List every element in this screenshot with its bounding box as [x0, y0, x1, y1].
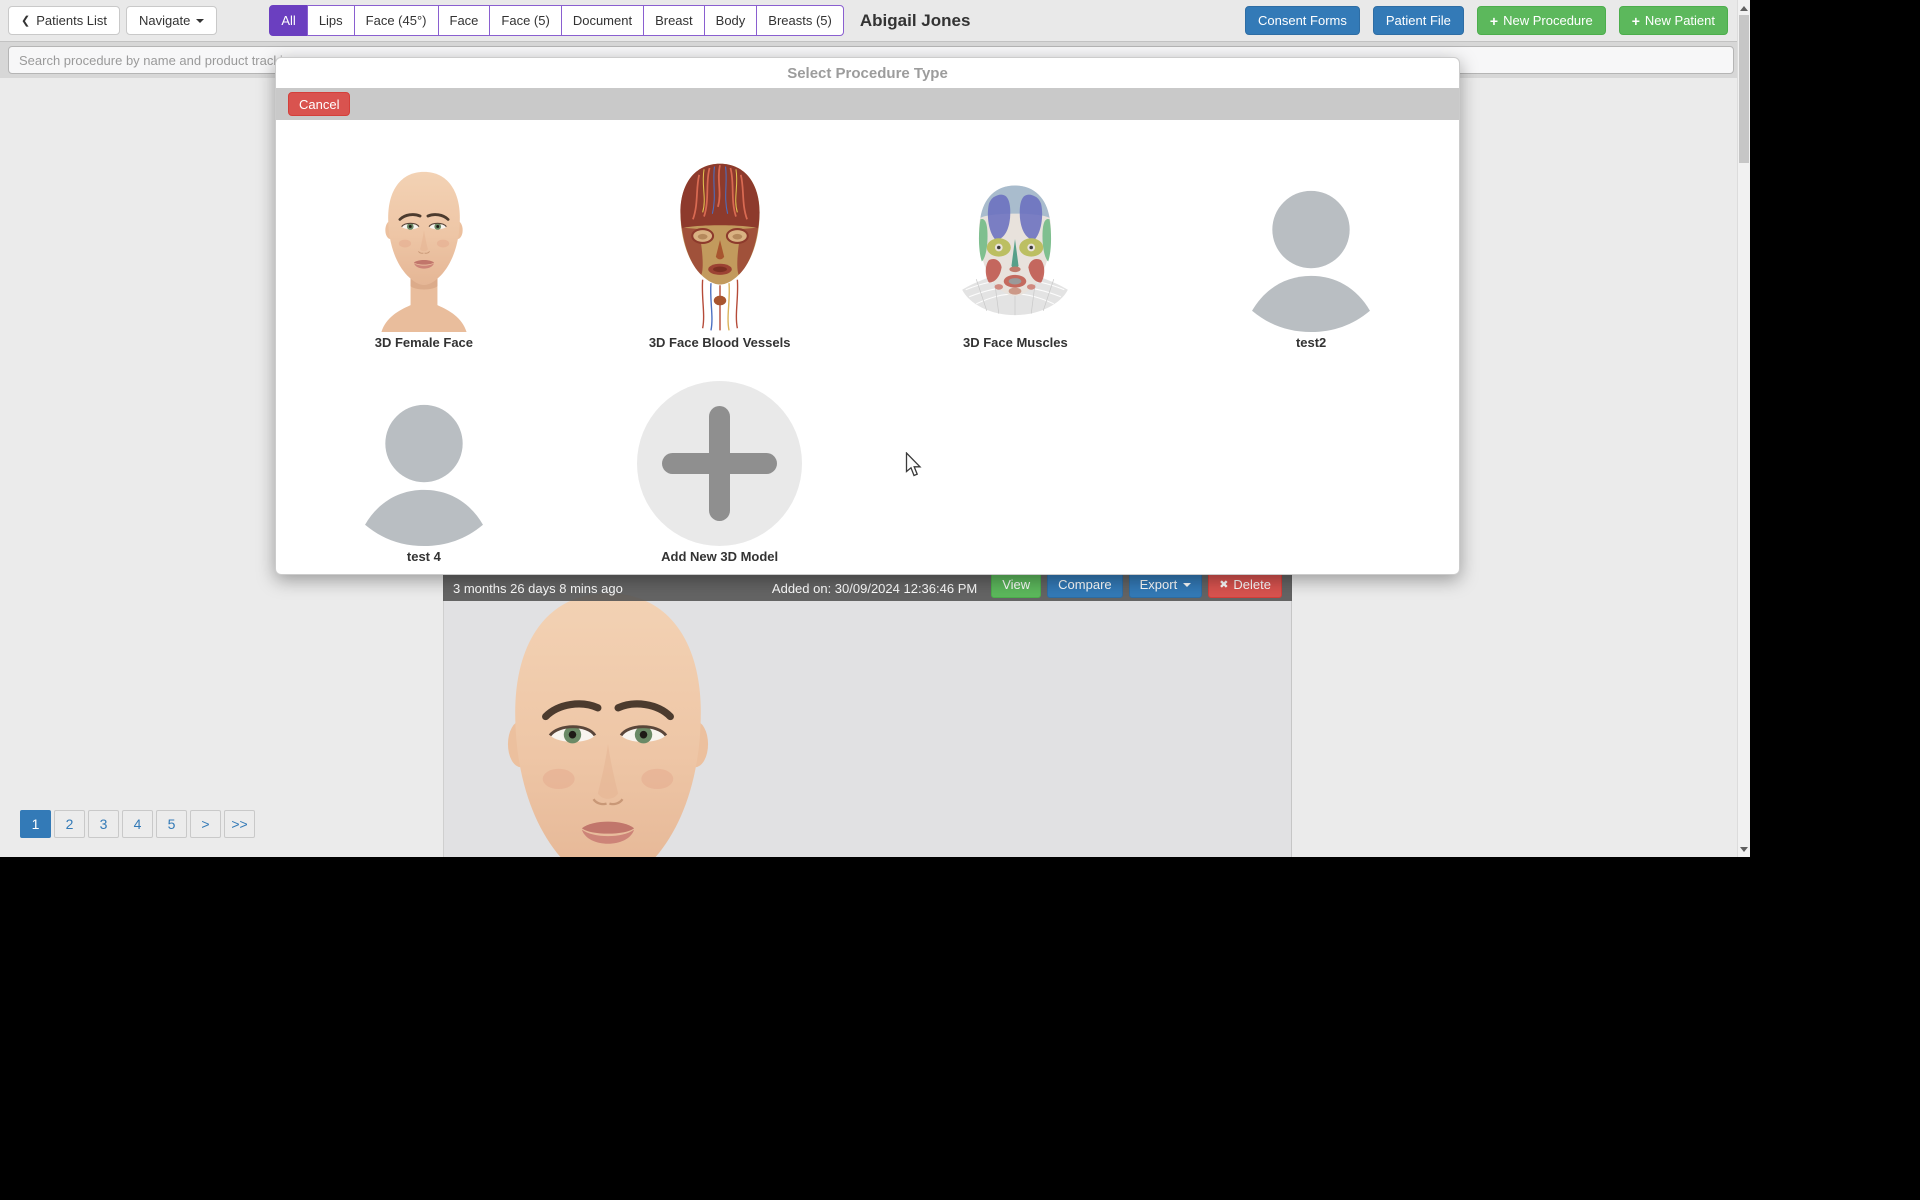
filter-lips[interactable]: Lips	[307, 5, 355, 36]
page-1-button[interactable]: 1	[20, 810, 51, 838]
new-procedure-label: New Procedure	[1503, 13, 1593, 28]
export-dropdown-button[interactable]: Export	[1129, 572, 1203, 598]
filter-button-group: All Lips Face (45°) Face Face (5) Docume…	[269, 5, 844, 36]
export-label: Export	[1140, 577, 1178, 592]
patient-name: Abigail Jones	[860, 11, 971, 31]
plus-circle-icon	[637, 381, 802, 546]
caret-down-icon	[196, 19, 204, 23]
procedure-card: 3 months 26 days 8 mins ago Added on: 30…	[443, 575, 1292, 857]
tile-test-4[interactable]: test 4	[276, 356, 572, 570]
tile-image	[661, 142, 779, 332]
tile-label: 3D Female Face	[375, 332, 473, 354]
filter-document[interactable]: Document	[561, 5, 644, 36]
face-muscles-model-icon	[955, 177, 1075, 332]
filter-face-5[interactable]: Face (5)	[489, 5, 561, 36]
mouse-cursor	[905, 452, 923, 478]
app-window: ❮ Patients List Navigate All Lips Face (…	[0, 0, 1750, 857]
procedure-added-text: Added on: 30/09/2024 12:36:46 PM	[772, 581, 977, 596]
filter-all[interactable]: All	[269, 5, 307, 36]
toolbar-actions: Consent Forms Patient File + New Procedu…	[1245, 6, 1728, 35]
caret-down-icon	[1183, 583, 1191, 587]
patient-3d-face-image	[463, 575, 753, 857]
filter-breast[interactable]: Breast	[643, 5, 705, 36]
procedure-type-grid: 3D Female Face 3D Face Blood Vessels 3D …	[276, 120, 1459, 570]
tile-label: 3D Face Blood Vessels	[649, 332, 791, 354]
navigate-dropdown[interactable]: Navigate	[126, 6, 217, 35]
select-procedure-modal: Select Procedure Type Cancel 3D Female F…	[275, 57, 1460, 575]
plus-icon: +	[1632, 14, 1640, 28]
avatar-placeholder-icon	[361, 401, 487, 546]
tile-label: Add New 3D Model	[661, 546, 778, 568]
top-toolbar: ❮ Patients List Navigate All Lips Face (…	[0, 0, 1750, 42]
tile-image	[955, 142, 1075, 332]
female-face-model-icon	[368, 164, 480, 332]
scroll-down-icon[interactable]	[1738, 842, 1750, 856]
patients-list-button[interactable]: ❮ Patients List	[8, 6, 120, 35]
back-chevron-icon: ❮	[21, 14, 30, 27]
new-patient-button[interactable]: + New Patient	[1619, 6, 1728, 35]
tile-add-new-3d-model[interactable]: Add New 3D Model	[572, 356, 868, 570]
modal-title: Select Procedure Type	[787, 65, 948, 82]
modal-titlebar: Select Procedure Type	[276, 58, 1459, 88]
page-2-button[interactable]: 2	[54, 810, 85, 838]
scrollbar-thumb[interactable]	[1739, 15, 1749, 163]
new-procedure-button[interactable]: + New Procedure	[1477, 6, 1606, 35]
tile-3d-face-blood-vessels[interactable]: 3D Face Blood Vessels	[572, 142, 868, 356]
page-5-button[interactable]: 5	[156, 810, 187, 838]
patients-list-label: Patients List	[36, 13, 107, 28]
page-3-button[interactable]: 3	[88, 810, 119, 838]
filter-breasts-5[interactable]: Breasts (5)	[756, 5, 844, 36]
plus-icon: +	[1490, 14, 1498, 28]
tile-3d-female-face[interactable]: 3D Female Face	[276, 142, 572, 356]
compare-button[interactable]: Compare	[1047, 572, 1122, 598]
filter-face-45[interactable]: Face (45°)	[354, 5, 439, 36]
filter-face[interactable]: Face	[438, 5, 491, 36]
scroll-up-icon[interactable]	[1738, 1, 1750, 15]
tile-image	[1248, 142, 1374, 332]
page-4-button[interactable]: 4	[122, 810, 153, 838]
tile-image	[637, 356, 802, 546]
page-next-button[interactable]: >	[190, 810, 221, 838]
tile-test2[interactable]: test2	[1163, 142, 1459, 356]
navigate-label: Navigate	[139, 13, 190, 28]
pagination: 1 2 3 4 5 > >>	[20, 810, 258, 838]
face-blood-vessels-model-icon	[661, 158, 779, 332]
tile-label: test 4	[407, 546, 441, 568]
tile-image	[368, 142, 480, 332]
tile-3d-face-muscles[interactable]: 3D Face Muscles	[868, 142, 1164, 356]
filter-body[interactable]: Body	[704, 5, 758, 36]
avatar-placeholder-icon	[1248, 187, 1374, 332]
tile-label: 3D Face Muscles	[963, 332, 1068, 354]
page-last-button[interactable]: >>	[224, 810, 255, 838]
procedure-age-text: 3 months 26 days 8 mins ago	[453, 581, 623, 596]
procedure-card-header: 3 months 26 days 8 mins ago Added on: 30…	[443, 575, 1292, 601]
tile-label: test2	[1296, 332, 1326, 354]
delete-button[interactable]: ✖ Delete	[1208, 572, 1282, 598]
patient-file-button[interactable]: Patient File	[1373, 6, 1464, 35]
procedure-image-area[interactable]	[443, 575, 1292, 857]
delete-x-icon: ✖	[1219, 578, 1228, 591]
consent-forms-button[interactable]: Consent Forms	[1245, 6, 1360, 35]
vertical-scrollbar[interactable]	[1737, 0, 1750, 857]
view-button[interactable]: View	[991, 572, 1041, 598]
tile-image	[361, 356, 487, 546]
modal-toolbar: Cancel	[276, 88, 1459, 120]
screen: ❮ Patients List Navigate All Lips Face (…	[0, 0, 1920, 1200]
delete-label: Delete	[1233, 577, 1271, 592]
cancel-button[interactable]: Cancel	[288, 92, 350, 116]
new-patient-label: New Patient	[1645, 13, 1715, 28]
